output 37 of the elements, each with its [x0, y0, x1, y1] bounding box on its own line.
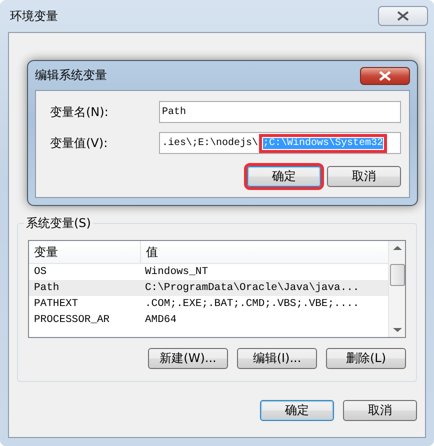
table-cell-text: C:\ProgramData\Oracle\Java\java... [144, 282, 360, 294]
input-field[interactable]: .ies\;E:\nodejs\ ;C:\Windows\System32 [159, 132, 401, 154]
highlight-frame: ;C:\Windows\System32 [259, 134, 388, 152]
dialog-button[interactable]: 新建(W)... [148, 348, 228, 369]
table-cell-text: Path [33, 282, 60, 294]
field-label: 变量名(N): [50, 104, 110, 120]
table-cell-text: Windows_NT [144, 266, 208, 278]
table-cell-text: AMD64 [144, 314, 177, 326]
input-field[interactable]: Path [159, 101, 401, 123]
dialog-button[interactable]: 确定 [247, 166, 321, 187]
table-row[interactable]: PATHEXT .COM;.EXE;.BAT;.CMD;.VBS;.VBE;.... [29, 296, 388, 312]
table-cell-text: PROCESSOR_AR [33, 314, 111, 326]
column-header[interactable]: 变量 [29, 241, 141, 263]
dialog-button[interactable]: 取消 [343, 400, 417, 421]
close-icon [379, 70, 391, 80]
scroll-down-icon[interactable] [392, 327, 402, 333]
table-row[interactable]: OS Windows_NT [29, 264, 388, 280]
scroll-up-icon[interactable] [392, 245, 402, 251]
dialog-button[interactable]: 删除(L) [326, 348, 406, 369]
window-title: 环境变量 [9, 8, 58, 24]
table-cell-text: .COM;.EXE;.BAT;.CMD;.VBS;.VBE;.... [144, 298, 360, 310]
table-cell-text: OS [33, 266, 48, 278]
field-label: 变量值(V): [50, 134, 109, 152]
column-header[interactable]: 值 [141, 241, 158, 263]
scrollbar[interactable] [388, 241, 405, 337]
close-icon [397, 11, 409, 21]
close-button[interactable] [360, 66, 410, 84]
scroll-thumb[interactable] [390, 264, 404, 286]
table-cell-text: PATHEXT [33, 298, 80, 310]
close-button[interactable] [378, 6, 428, 26]
table-row[interactable]: PROCESSOR_AR AMD64 [29, 312, 388, 328]
dialog-button[interactable]: 编辑(I)... [237, 348, 317, 369]
table-row[interactable]: Path C:\ProgramData\Oracle\Java\java... [29, 280, 388, 296]
dialog-button[interactable]: 取消 [327, 166, 401, 187]
dialog-title: 编辑系统变量 [35, 67, 107, 84]
dialog-button[interactable]: 确定 [260, 400, 334, 421]
group-label: 系统变量(S) [24, 215, 93, 232]
